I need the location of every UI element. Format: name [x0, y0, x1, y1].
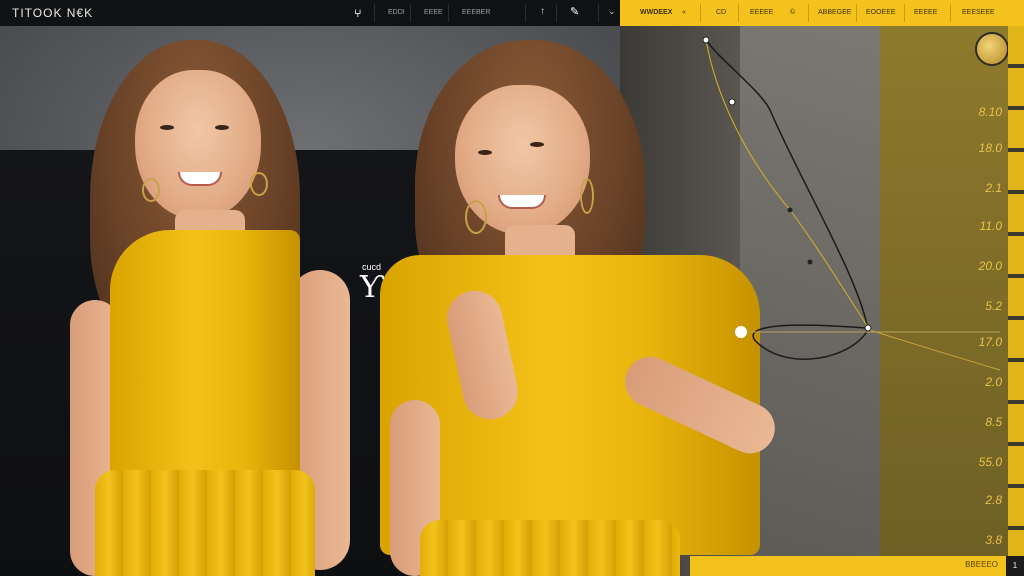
curve-path[interactable] [705, 39, 869, 360]
curve-node[interactable] [702, 36, 710, 44]
panel-tab-6[interactable]: EOOEEE [866, 9, 896, 16]
panel-divider [738, 4, 739, 22]
scale-label: 2.8 [985, 493, 1002, 507]
toolbar-divider [410, 4, 411, 22]
toolbar-item-3[interactable]: EEEBER [462, 9, 490, 16]
scale-label: 2.1 [985, 181, 1002, 195]
bottom-bar-end[interactable]: 1 [1006, 556, 1024, 576]
app-title: TITOOK N€K [12, 6, 94, 20]
scale-label: 2.0 [985, 375, 1002, 389]
scale-label: 3.8 [985, 533, 1002, 547]
toolbar-divider [448, 4, 449, 22]
bottom-bar: BBEEEO 1 [690, 556, 1024, 576]
curve-node[interactable] [807, 259, 813, 265]
panel-tab-7[interactable]: EEEEE [914, 9, 937, 16]
panel-divider [856, 4, 857, 22]
scale-label: 11.0 [979, 219, 1002, 233]
panel-divider [904, 4, 905, 22]
panel-tab-3[interactable]: EEEEE [750, 9, 773, 16]
panel-tab-0[interactable]: WWDEEX [640, 9, 672, 16]
curve-node[interactable] [864, 324, 872, 332]
curve-overlay[interactable] [0, 0, 1024, 576]
toolbar-item-2[interactable]: EEEE [424, 9, 443, 16]
panel-header: WWDEEX « CD EEEEE © ABBEGEE EOOEEE EEEEE… [620, 0, 1024, 26]
toolbar-divider [525, 4, 526, 22]
bottom-bar-label: BBEEEO [965, 560, 998, 569]
panel-tab-8[interactable]: EEESEEE [962, 9, 995, 16]
curve-handle[interactable] [735, 326, 747, 338]
value-scale: 8.10 18.0 2.1 11.0 20.0 5.2 17.0 2.0 8.5… [968, 95, 1008, 555]
cursor-glyph: Ƴ [360, 270, 383, 305]
scale-label: 18.0 [978, 141, 1002, 155]
scale-strip [1008, 26, 1024, 576]
panel-tab-5[interactable]: ABBEGEE [818, 9, 851, 16]
toolbar-divider [598, 4, 599, 22]
chevron-down-icon[interactable]: ⌄ [608, 6, 616, 17]
scale-label: 8.5 [985, 415, 1002, 429]
panel-tab-1[interactable]: « [682, 9, 686, 16]
panel-tab-2[interactable]: CD [716, 9, 726, 16]
panel-divider [950, 4, 951, 22]
curve-node[interactable] [728, 98, 736, 106]
panel-divider [808, 4, 809, 22]
toolbar-item-4[interactable]: ↑ [540, 6, 545, 17]
avatar[interactable] [975, 32, 1009, 66]
curve-guide [705, 39, 871, 331]
scale-label: 8.10 [978, 105, 1002, 119]
curve-node[interactable] [787, 207, 793, 213]
app-window: TITOOK N€K ⵖ EDDI EEEE EEEBER ↑ ✎ ⌄ WWDE… [0, 0, 1024, 576]
panel-tab-4[interactable]: © [790, 9, 795, 16]
top-toolbar: TITOOK N€K ⵖ EDDI EEEE EEEBER ↑ ✎ ⌄ [0, 0, 620, 26]
scale-label: 20.0 [978, 259, 1002, 273]
scale-label: 55.0 [978, 455, 1002, 469]
pen-icon[interactable]: ✎ [570, 5, 579, 18]
toolbar-divider [556, 4, 557, 22]
panel-divider [700, 4, 701, 22]
brush-icon[interactable]: ⵖ [354, 9, 362, 20]
scale-label: 17.0 [978, 335, 1002, 349]
scale-label: 5.2 [985, 299, 1002, 313]
toolbar-item-1[interactable]: EDDI [388, 9, 405, 16]
toolbar-divider [374, 4, 375, 22]
